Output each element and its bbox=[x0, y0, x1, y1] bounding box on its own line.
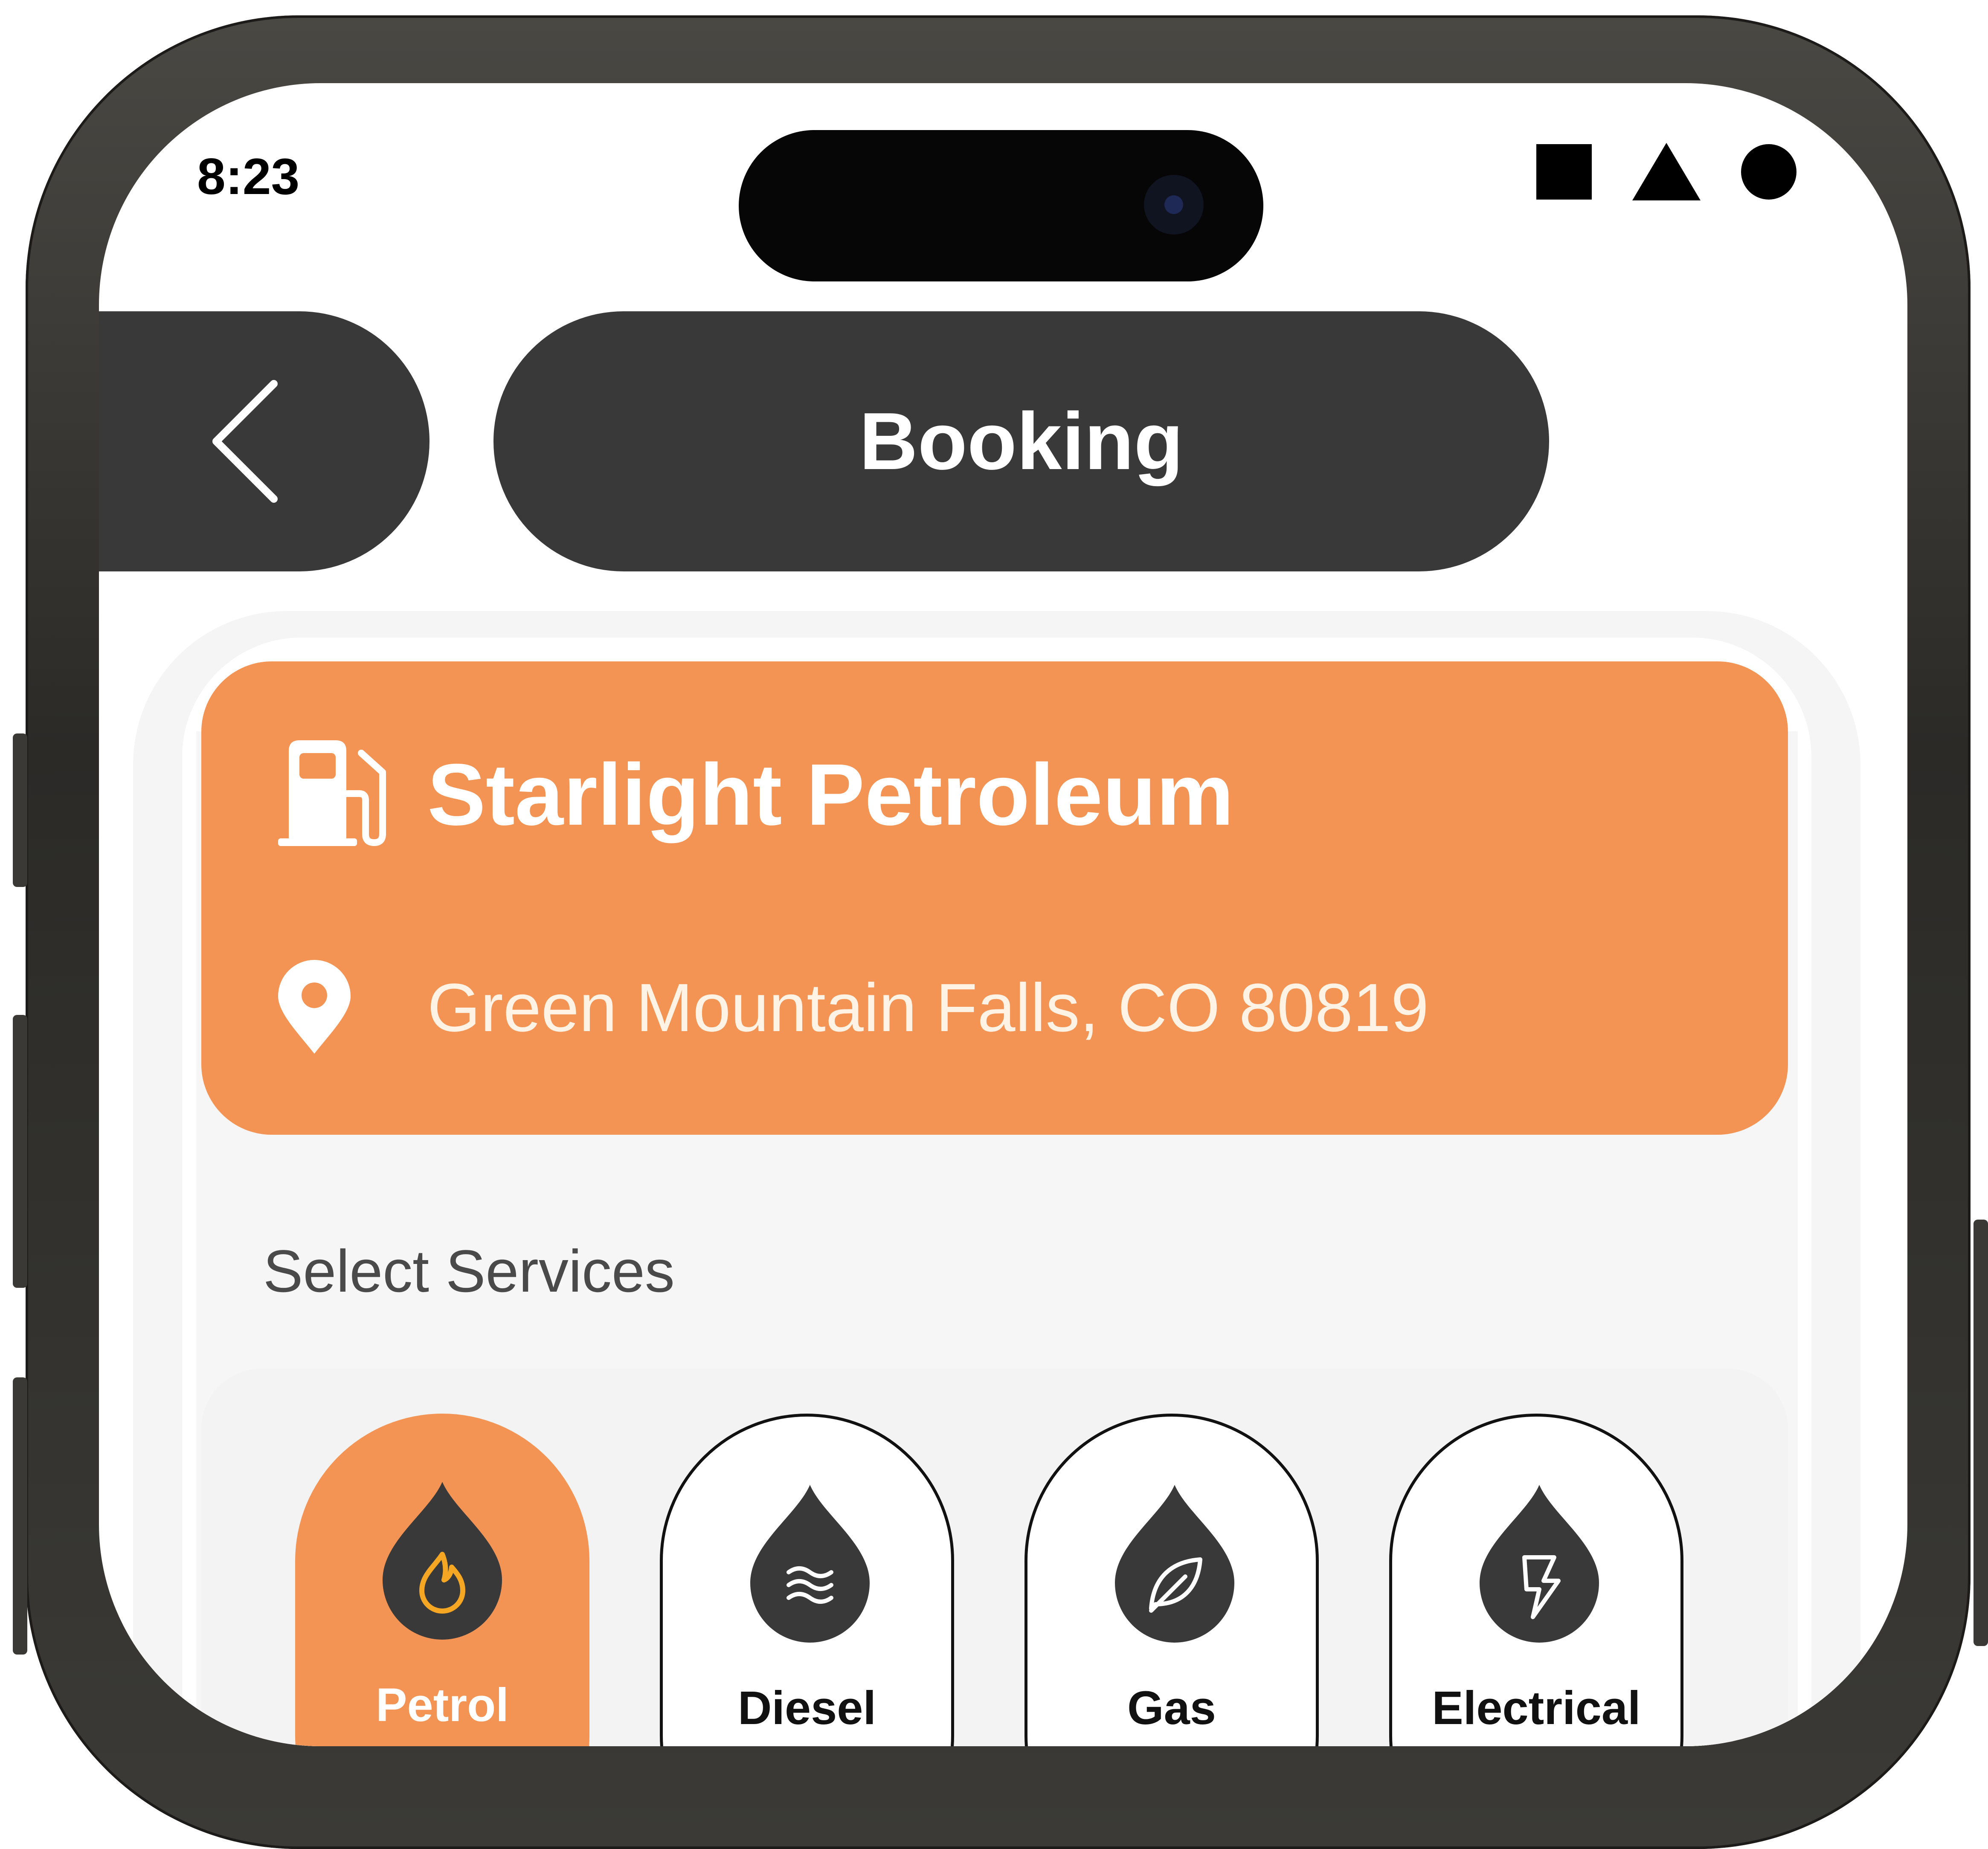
service-diesel[interactable]: Diesel bbox=[660, 1414, 954, 1746]
square-icon bbox=[1536, 144, 1592, 200]
status-icons bbox=[1536, 143, 1796, 200]
service-label: Electrical bbox=[1432, 1682, 1641, 1734]
page-title: Booking bbox=[493, 311, 1549, 571]
service-label: Diesel bbox=[737, 1682, 876, 1734]
waves-drop-icon bbox=[750, 1485, 870, 1643]
station-address: Green Mountain Falls, CO 80819 bbox=[427, 969, 1429, 1046]
app-screen: 8:23 Booking Starlight Petroleum Green M… bbox=[99, 83, 1907, 1746]
triangle-icon bbox=[1632, 143, 1701, 200]
bolt-drop-icon bbox=[1480, 1485, 1599, 1643]
select-services-label: Select Services bbox=[263, 1237, 675, 1304]
service-label: Petrol bbox=[376, 1679, 509, 1731]
volume-up-button bbox=[13, 733, 27, 887]
service-gas[interactable]: Gas bbox=[1024, 1414, 1319, 1746]
service-petrol[interactable]: Petrol bbox=[295, 1414, 589, 1746]
station-name: Starlight Petroleum bbox=[427, 746, 1234, 843]
back-button[interactable] bbox=[99, 311, 430, 571]
location-pin-icon bbox=[278, 960, 351, 1054]
flame-drop-icon bbox=[383, 1482, 502, 1640]
action-button bbox=[13, 1377, 27, 1655]
fuel-pump-icon bbox=[278, 740, 386, 846]
dynamic-island bbox=[739, 130, 1263, 281]
service-electrical[interactable]: Electrical bbox=[1389, 1414, 1683, 1746]
camera-icon bbox=[1144, 175, 1204, 235]
service-label: Gas bbox=[1127, 1682, 1216, 1734]
chevron-left-icon bbox=[212, 380, 278, 503]
status-time: 8:23 bbox=[197, 148, 300, 205]
power-button bbox=[1973, 1220, 1988, 1646]
volume-down-button bbox=[13, 1015, 27, 1288]
circle-icon bbox=[1741, 144, 1796, 200]
station-info-card: Starlight Petroleum Green Mountain Falls… bbox=[201, 661, 1788, 1135]
leaf-drop-icon bbox=[1115, 1485, 1234, 1643]
